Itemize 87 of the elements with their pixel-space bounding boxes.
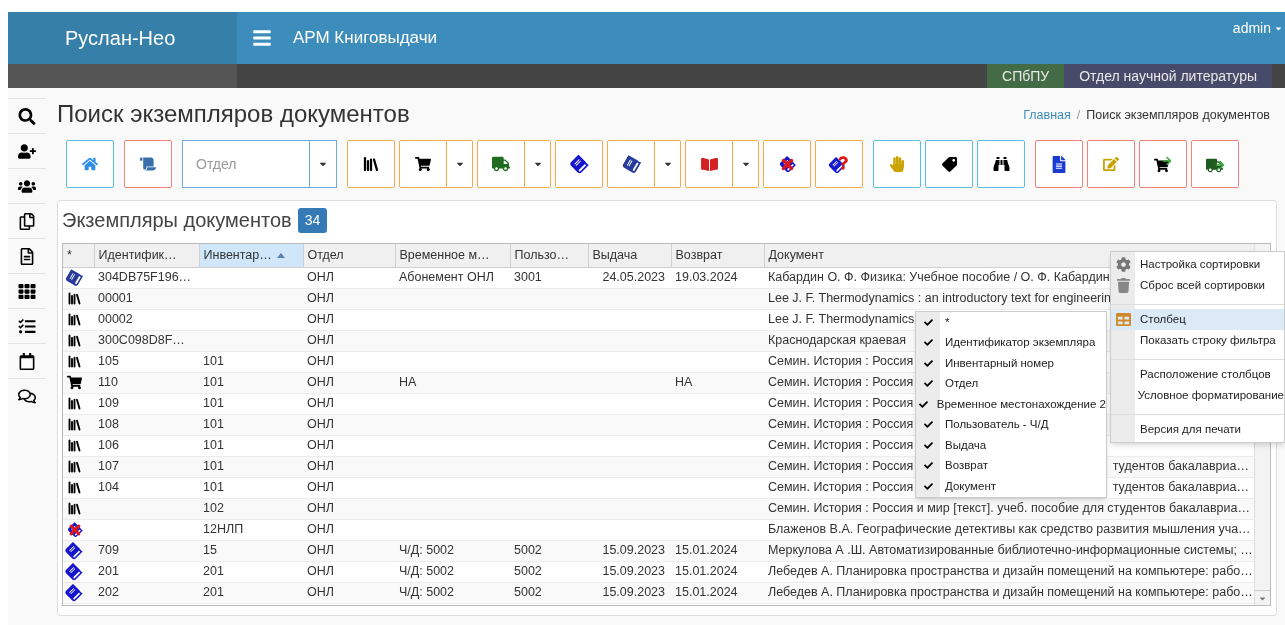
table-cell: Ч/Д: 5002 <box>399 564 455 579</box>
table-cell: ОНЛ <box>307 375 334 390</box>
table-cell: 101 <box>203 375 224 390</box>
table-cell: 5002 <box>514 543 542 558</box>
document-cell-text: Кабардин О. Ф. Физика: Учебное пособие / О. Ф. Кабардин <box>768 269 1110 287</box>
table-cell: 15.01.2024 <box>675 564 738 579</box>
table-cell: 5002 <box>514 585 542 600</box>
document-cell-text: Меркулова А .Ш. Автоматизированные библиотечно-информационные системы; … <box>768 542 1253 560</box>
table-cell: 104 <box>98 480 119 495</box>
grid-title: Экземпляры документов <box>62 208 292 233</box>
table-cell: ОНЛ <box>307 354 334 369</box>
table-cell: ОНЛ <box>307 270 334 285</box>
table-cell: 101 <box>203 354 224 369</box>
table-cell: Ч/Д: 5002 <box>399 543 455 558</box>
table-cell: ОНЛ <box>307 480 334 495</box>
table-cell: ОНЛ <box>307 438 334 453</box>
table-cell: 202 <box>98 585 119 600</box>
table-cell: 5002 <box>514 564 542 579</box>
document-cell-text: Lee J. F. Thermodynamics <box>768 311 915 329</box>
breadcrumb-separator: / <box>1075 107 1082 125</box>
document-cell-text: Краснодарская краевая <box>768 332 906 350</box>
document-cell-text: Семин. История : Россия <box>768 395 914 413</box>
table-cell: 101 <box>203 459 224 474</box>
table-cell: ОНЛ <box>307 522 334 537</box>
table-cell: Ч/Д: 5002 <box>399 585 455 600</box>
document-cell-text: тудентов бакалавриа… <box>1112 458 1249 476</box>
table-cell: 300C098D8F… <box>98 333 185 348</box>
document-cell-text: тудентов бакалавриа… <box>1112 479 1249 497</box>
document-cell-text: Лебедев А. Планировка пространства и дизайн помещений на компьютере: рабо… <box>768 584 1253 602</box>
document-cell-text: Семин. История : Россия и мир [текст]. учеб. пособие для студентов бакалавриа… <box>768 500 1250 518</box>
document-cell-text: Семин. История : Россия <box>768 437 914 455</box>
table-cell: 15.09.2023 <box>602 564 665 579</box>
table-cell: 101 <box>203 396 224 411</box>
table-cell: НА <box>399 375 417 390</box>
table-cell: ОНЛ <box>307 396 334 411</box>
table-cell: ОНЛ <box>307 291 334 306</box>
table-cell: ОНЛ <box>307 333 334 348</box>
table-cell: ОНЛ <box>307 312 334 327</box>
table-cell: НА <box>675 375 693 390</box>
table-cell: 108 <box>98 417 119 432</box>
table-cell: 107 <box>98 459 119 474</box>
table-cell: 24.05.2023 <box>602 270 665 285</box>
department-placeholder: Отдел <box>195 154 238 174</box>
table-cell: 101 <box>203 438 224 453</box>
table-cell: 12НЛП <box>203 522 244 537</box>
table-cell: ОНЛ <box>307 501 334 516</box>
table-cell: 15.09.2023 <box>602 543 665 558</box>
document-cell-text: Семин. История : Россия <box>768 458 914 476</box>
module-title: АРМ Книговыдачи <box>293 27 438 50</box>
table-cell: 709 <box>98 543 119 558</box>
page-title: Поиск экземпляров документов <box>57 102 410 126</box>
table-cell: 101 <box>203 417 224 432</box>
table-cell: 15.01.2024 <box>675 543 738 558</box>
table-cell: Абонемент ОНЛ <box>399 270 494 285</box>
document-cell-text: Семин. История : Россия <box>768 479 914 497</box>
table-cell: ОНЛ <box>307 459 334 474</box>
table-cell: 105 <box>98 354 119 369</box>
document-cell-text: Лебедев А. Планировка пространства и дизайн помещений на компьютере: рабо… <box>768 563 1253 581</box>
table-cell: 3001 <box>514 270 542 285</box>
table-cell: 109 <box>98 396 119 411</box>
table-cell: 201 <box>203 585 224 600</box>
breadcrumb-current: Поиск экземпляров документов <box>1086 107 1270 125</box>
table-cell: 201 <box>203 564 224 579</box>
table-cell: 00001 <box>98 291 133 306</box>
table-cell: 201 <box>98 564 119 579</box>
table-cell: 101 <box>203 480 224 495</box>
table-cell: 304DB75F196… <box>98 270 192 285</box>
table-cell: 106 <box>98 438 119 453</box>
table-cell: ОНЛ <box>307 585 334 600</box>
table-cell: 102 <box>203 501 224 516</box>
table-cell: 15.09.2023 <box>602 585 665 600</box>
table-cell: ОНЛ <box>307 417 334 432</box>
count-badge: 34 <box>297 207 328 233</box>
department-badge: Отдел научной литературы <box>1064 64 1272 88</box>
organization-badge: СПбПУ <box>987 64 1065 88</box>
table-cell: 15.01.2024 <box>675 585 738 600</box>
table-cell: ОНЛ <box>307 543 334 558</box>
table-cell: 19.03.2024 <box>675 270 738 285</box>
document-cell-text: Семин. История : Россия <box>768 353 914 371</box>
document-cell-text: Lee J. F. Thermodynamics : an introductory text for engineerin <box>768 290 1111 308</box>
table-cell: 110 <box>98 375 118 390</box>
document-cell-text: Семин. История : Россия <box>768 374 914 392</box>
table-cell: ОНЛ <box>307 564 334 579</box>
table-cell: 15 <box>203 543 217 558</box>
document-cell-text: Блаженов В.А. Географические детективы как средство развития мышления уча… <box>768 521 1251 539</box>
table-cell: 00002 <box>98 312 133 327</box>
document-cell-text: Семин. История : Россия <box>768 416 914 434</box>
